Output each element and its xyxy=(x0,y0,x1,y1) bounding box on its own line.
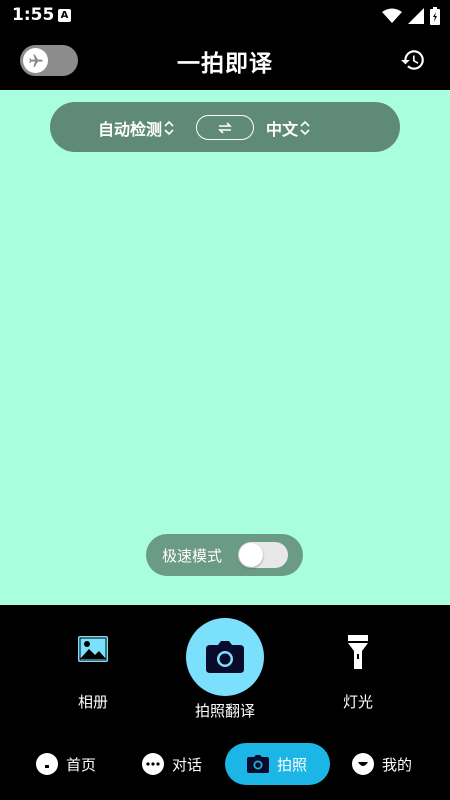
album-button[interactable]: 相册 xyxy=(63,635,123,712)
camera-controls: 相册 拍照翻译 灯光 xyxy=(0,605,450,732)
nav-label-photo: 拍照 xyxy=(277,755,308,774)
speed-mode-control: 极速模式 xyxy=(146,534,303,576)
wifi-icon xyxy=(382,8,402,23)
image-icon xyxy=(78,636,108,662)
nav-label-home: 首页 xyxy=(66,755,97,774)
light-label: 灯光 xyxy=(342,693,373,711)
status-bar: 1:55 A xyxy=(0,0,450,32)
status-indicators xyxy=(382,6,440,26)
shutter-button[interactable] xyxy=(186,618,264,696)
nav-item-photo[interactable]: 拍照 xyxy=(225,743,330,785)
swap-icon xyxy=(218,121,232,134)
app-title: 一拍即译 xyxy=(177,51,273,77)
history-button[interactable] xyxy=(400,47,426,73)
profile-icon xyxy=(352,753,374,775)
camera-preview[interactable]: 自动检测 中文 极速模式 xyxy=(0,90,450,605)
updown-chevron-icon xyxy=(164,120,174,136)
swap-languages-button[interactable] xyxy=(196,115,254,140)
source-language-dropdown[interactable]: 自动检测 xyxy=(98,116,174,140)
notification-a-icon: A xyxy=(58,9,71,22)
source-language-label: 自动检测 xyxy=(98,120,163,139)
signal-icon xyxy=(408,8,424,24)
nav-item-profile[interactable]: 我的 xyxy=(352,743,412,785)
history-icon xyxy=(401,50,424,70)
light-button[interactable]: 灯光 xyxy=(328,635,388,712)
nav-item-chat[interactable]: 对话 xyxy=(142,743,202,785)
speed-mode-toggle[interactable] xyxy=(238,542,288,568)
speed-mode-toggle-knob xyxy=(239,543,263,567)
language-selector-bar: 自动检测 中文 xyxy=(50,102,400,152)
target-language-dropdown[interactable]: 中文 xyxy=(266,116,310,140)
target-language-label: 中文 xyxy=(266,120,299,139)
home-icon xyxy=(36,753,58,775)
flashlight-icon xyxy=(348,635,368,669)
shutter-label: 拍照翻译 xyxy=(194,702,255,720)
nav-label-chat: 对话 xyxy=(172,755,203,774)
chat-icon xyxy=(142,753,164,775)
speed-mode-label: 极速模式 xyxy=(162,547,223,565)
status-time: 1:55 xyxy=(12,5,55,25)
camera-icon xyxy=(206,641,244,673)
nav-item-home[interactable]: 首页 xyxy=(36,743,96,785)
camera-icon xyxy=(247,755,269,773)
updown-chevron-icon xyxy=(300,120,310,136)
app-header: 一拍即译 xyxy=(0,32,450,90)
bottom-navigation: 首页 对话 拍照 我的 xyxy=(0,732,450,800)
album-label: 相册 xyxy=(77,693,108,711)
nav-label-profile: 我的 xyxy=(382,755,413,774)
battery-icon xyxy=(430,7,440,25)
